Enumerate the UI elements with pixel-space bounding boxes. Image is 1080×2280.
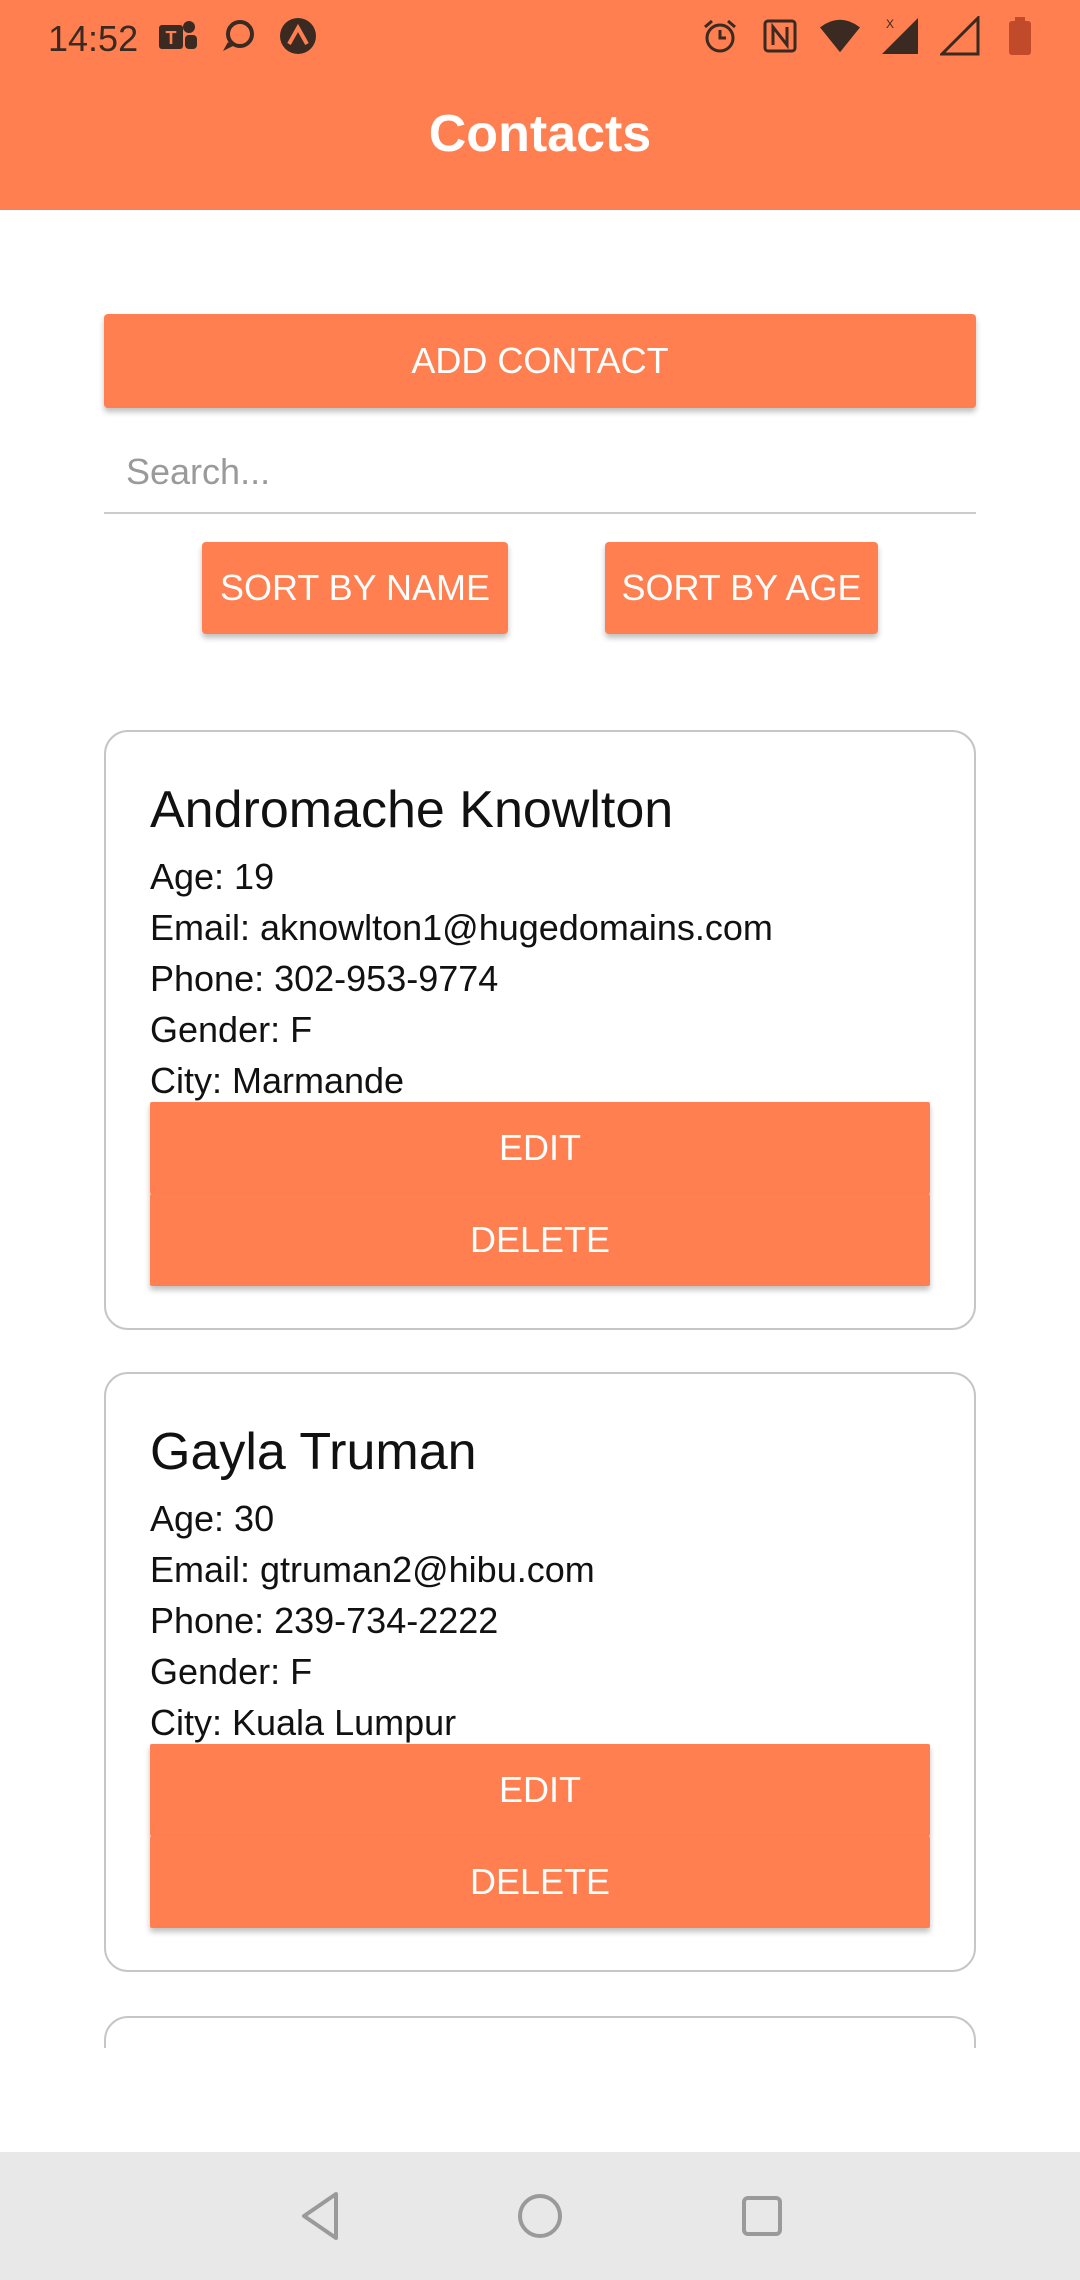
search-field[interactable]: [104, 432, 976, 514]
battery-icon: [1000, 16, 1040, 56]
app-bar: 14:52 T X Contacts: [0, 0, 1080, 210]
system-nav-bar: [0, 2152, 1080, 2280]
teams-icon: T: [158, 16, 198, 56]
page-title: Contacts: [428, 105, 652, 163]
contact-city: City: Kuala Lumpur: [150, 1702, 457, 1743]
contact-name: Gayla Truman: [150, 1423, 477, 1481]
contact-card: Andromache Knowlton Age: 19 Email: aknow…: [104, 730, 976, 1330]
contact-card: [104, 2016, 976, 2048]
recents-icon[interactable]: [734, 2188, 790, 2244]
home-icon[interactable]: [512, 2188, 568, 2244]
svg-text:T: T: [166, 28, 177, 48]
edit-button[interactable]: EDIT: [150, 1744, 930, 1836]
contact-card: Gayla Truman Age: 30 Email: gtruman2@hib…: [104, 1372, 976, 1972]
edit-button[interactable]: EDIT: [150, 1102, 930, 1194]
wifi-icon: [820, 16, 860, 56]
contact-gender: Gender: F: [150, 1009, 313, 1050]
delete-button[interactable]: DELETE: [150, 1836, 930, 1928]
contact-gender: Gender: F: [150, 1651, 313, 1692]
contact-age: Age: 30: [150, 1498, 275, 1539]
contact-phone: Phone: 302-953-9774: [150, 958, 499, 999]
contact-email: Email: gtruman2@hibu.com: [150, 1549, 595, 1590]
contact-city: City: Marmande: [150, 1060, 405, 1101]
chat-bubble-icon: [218, 16, 258, 56]
status-bar: 14:52 T X: [0, 0, 1080, 80]
nfc-icon: [760, 16, 800, 56]
search-input[interactable]: [104, 432, 976, 512]
sort-by-age-button[interactable]: SORT BY AGE: [605, 542, 878, 634]
signal-empty-icon: [940, 16, 980, 56]
expo-icon: [278, 16, 318, 56]
svg-text:X: X: [886, 17, 894, 31]
contact-phone: Phone: 239-734-2222: [150, 1600, 499, 1641]
delete-button[interactable]: DELETE: [150, 1194, 930, 1286]
status-time: 14:52: [48, 18, 139, 59]
contact-age: Age: 19: [150, 856, 275, 897]
signal-icon: X: [880, 16, 920, 56]
contact-name: Andromache Knowlton: [150, 781, 674, 839]
back-icon[interactable]: [292, 2188, 348, 2244]
add-contact-button[interactable]: ADD CONTACT: [104, 314, 976, 408]
contact-email: Email: aknowlton1@hugedomains.com: [150, 907, 773, 948]
sort-by-name-button[interactable]: SORT BY NAME: [202, 542, 508, 634]
alarm-icon: [700, 16, 740, 56]
contact-list[interactable]: Andromache Knowlton Age: 19 Email: aknow…: [0, 700, 1080, 2048]
